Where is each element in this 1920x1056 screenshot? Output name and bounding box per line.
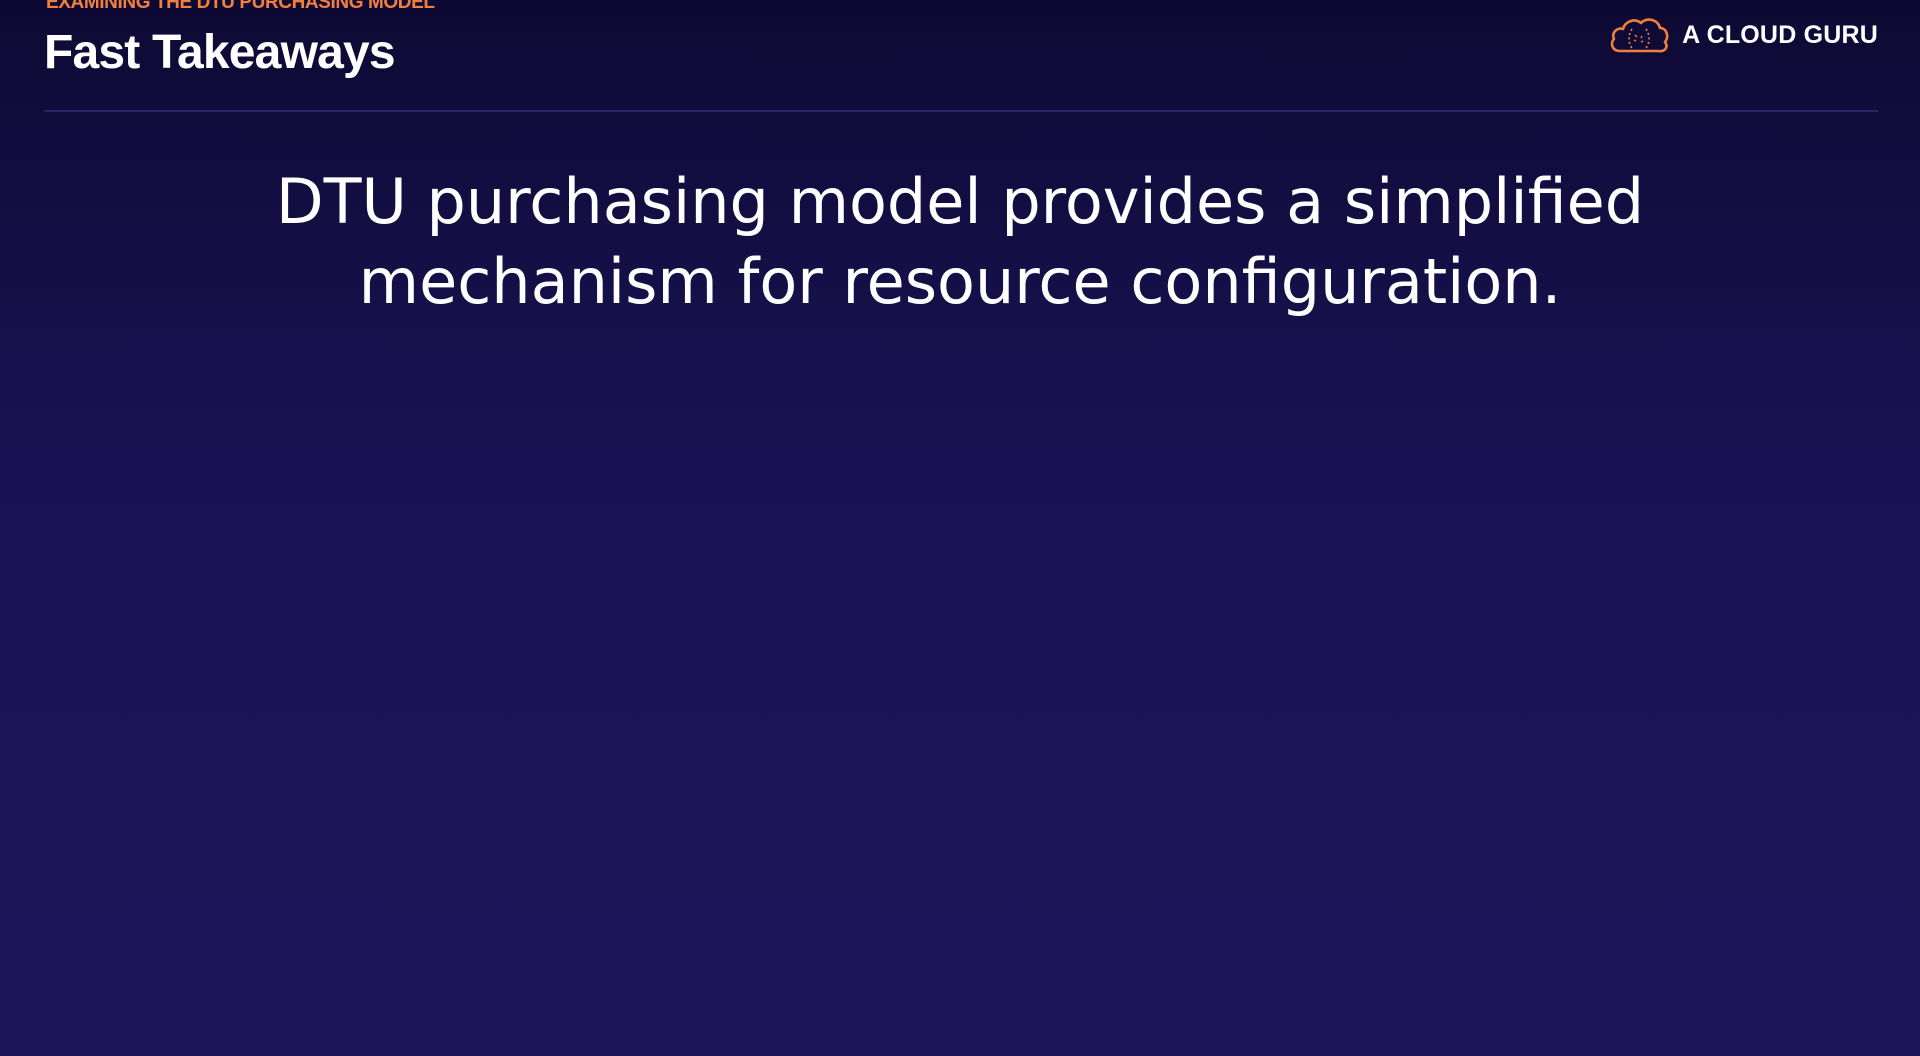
slide-header: EXAMINING THE DTU PURCHASING MODEL Fast …	[44, 0, 1878, 112]
header-divider	[44, 110, 1878, 112]
takeaway-text: DTU purchasing model provides a simplifi…	[275, 165, 1645, 318]
section-eyebrow: EXAMINING THE DTU PURCHASING MODEL	[46, 0, 435, 13]
slide: EXAMINING THE DTU PURCHASING MODEL Fast …	[0, 0, 1920, 1056]
cloud-logo-icon	[1610, 18, 1669, 53]
brand: A CLOUD GURU	[1608, 14, 1878, 56]
brand-name: A CLOUD GURU	[1682, 20, 1878, 49]
slide-title: Fast Takeaways	[44, 26, 396, 79]
